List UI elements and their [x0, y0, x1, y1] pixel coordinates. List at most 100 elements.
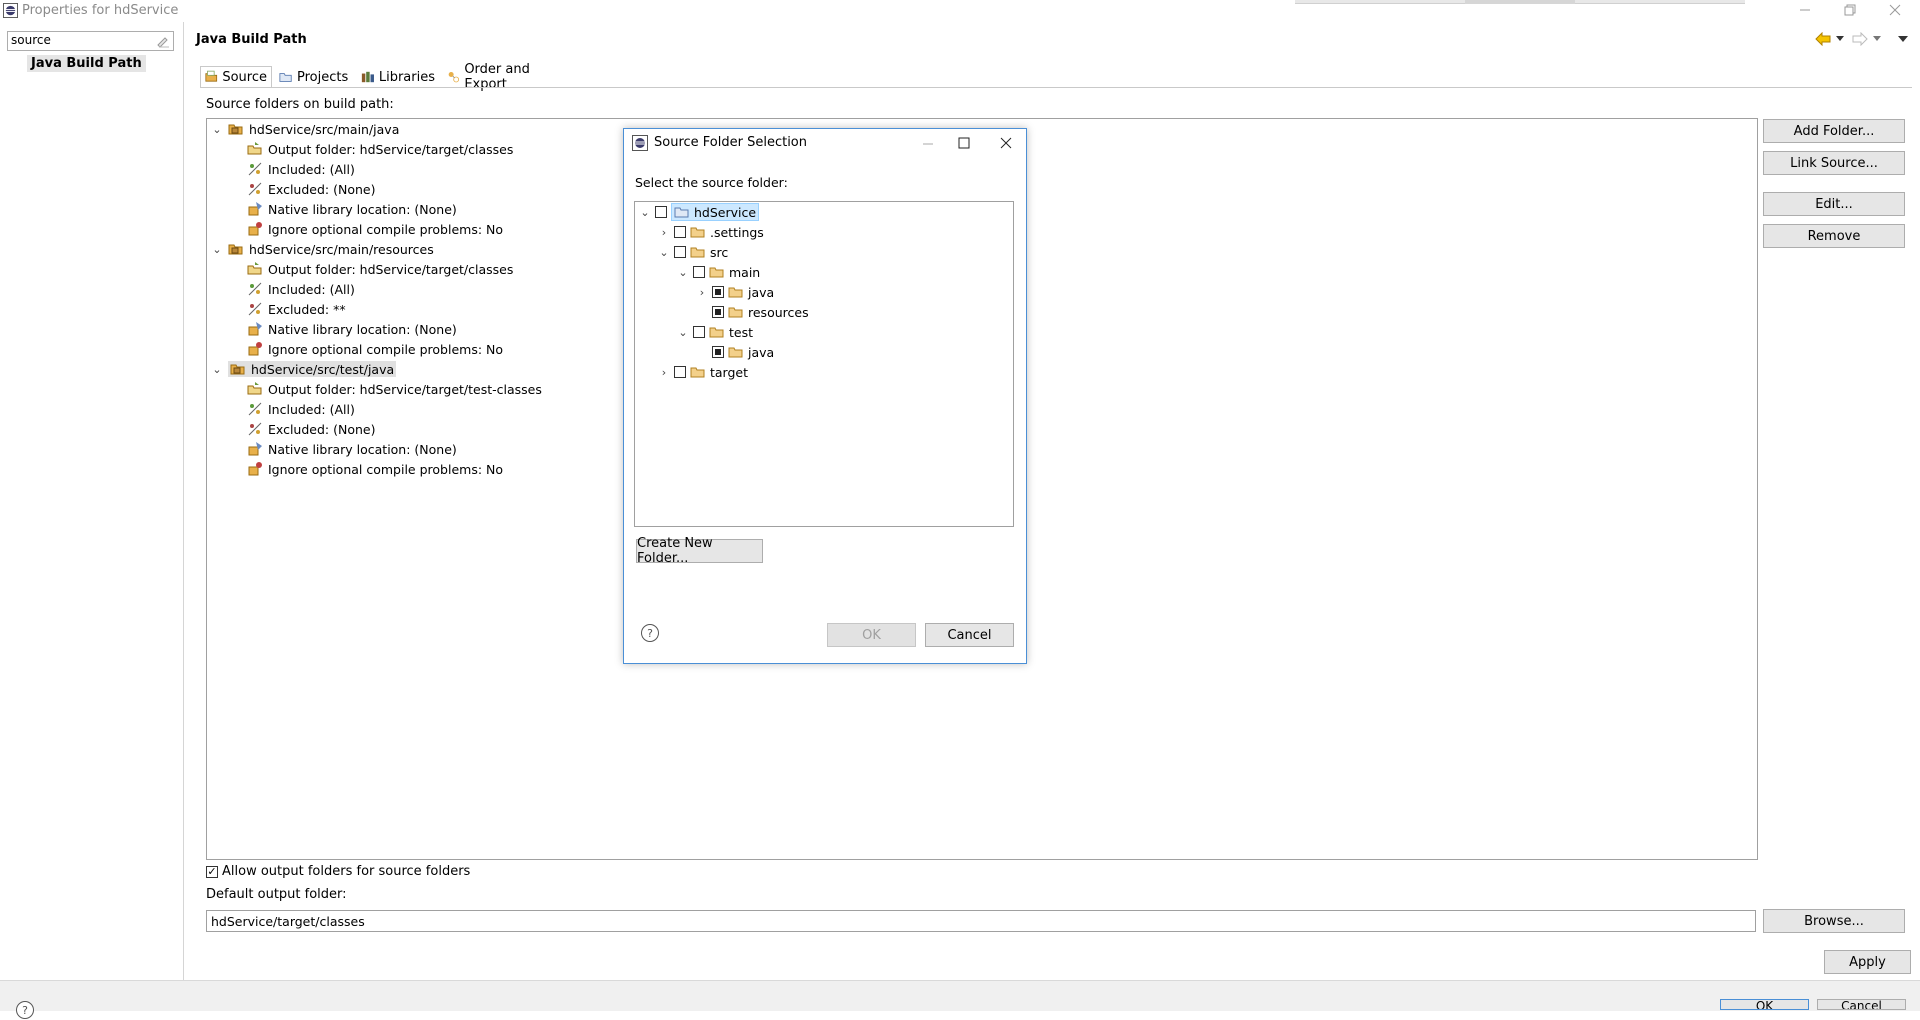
tree-row-detail[interactable]: Native library location: (None): [247, 439, 457, 459]
remove-button[interactable]: Remove: [1763, 224, 1905, 248]
tab-source[interactable]: Source: [200, 66, 272, 88]
tree-row-detail[interactable]: Excluded: (None): [247, 179, 375, 199]
tab-projects[interactable]: Projects: [274, 66, 354, 88]
tab-libraries[interactable]: Libraries: [356, 66, 440, 88]
tree-row-settings[interactable]: › .settings: [658, 222, 764, 242]
ok-button[interactable]: OK: [1720, 999, 1809, 1010]
tree-row-detail[interactable]: Ignore optional compile problems: No: [247, 459, 503, 479]
browse-button[interactable]: Browse...: [1763, 909, 1905, 933]
view-menu-icon[interactable]: [1898, 36, 1908, 43]
minimize-button[interactable]: [1785, 0, 1825, 20]
tree-checkbox[interactable]: [693, 266, 705, 278]
tree-row-detail[interactable]: Ignore optional compile problems: No: [247, 339, 503, 359]
tree-row-detail[interactable]: Ignore optional compile problems: No: [247, 219, 503, 239]
source-folder-name: hdService/src/test/java: [251, 361, 395, 377]
chevron-down-icon[interactable]: ⌄: [211, 243, 223, 256]
default-output-folder-field[interactable]: [206, 910, 1756, 932]
allow-output-folders-checkbox[interactable]: [206, 865, 218, 878]
back-dropdown-icon[interactable]: [1836, 36, 1844, 42]
tree-row-detail[interactable]: Native library location: (None): [247, 199, 457, 219]
excluded-icon: [248, 422, 262, 436]
tree-row-src[interactable]: ⌄ src: [658, 242, 728, 262]
project-folder-icon: [674, 207, 689, 218]
package-folder-icon: [230, 364, 245, 375]
tree-checkbox-partial[interactable]: [712, 346, 724, 358]
tree-checkbox-partial[interactable]: [712, 286, 724, 298]
tree-row-detail[interactable]: Included: (All): [247, 279, 355, 299]
tree-checkbox[interactable]: [674, 246, 686, 258]
chevron-right-icon[interactable]: ›: [696, 286, 708, 299]
cancel-button[interactable]: Cancel: [1817, 999, 1906, 1010]
tree-checkbox[interactable]: [674, 366, 686, 378]
output-folder-icon: [247, 382, 262, 395]
nav-item-java-build-path[interactable]: Java Build Path: [27, 55, 146, 72]
close-button[interactable]: [1875, 0, 1915, 20]
tree-row-test-java[interactable]: java: [696, 342, 774, 362]
tree-checkbox[interactable]: [674, 226, 686, 238]
chevron-down-icon[interactable]: ⌄: [211, 123, 223, 136]
folder-selection-tree[interactable]: ⌄ hdService › .settings ⌄ src ⌄ main › j…: [634, 201, 1014, 527]
native-library-icon: [248, 442, 262, 456]
tree-row-detail[interactable]: Output folder: hdService/target/classes: [247, 139, 513, 159]
apply-button[interactable]: Apply: [1824, 950, 1911, 974]
forward-dropdown-icon[interactable]: [1873, 36, 1881, 42]
tree-row-detail[interactable]: Excluded: **: [247, 299, 346, 319]
tab-order-and-export[interactable]: Order and Export: [442, 62, 576, 92]
tree-row-folder[interactable]: ⌄ hdService/src/main/resources: [211, 239, 433, 259]
svg-text:?: ?: [22, 1004, 28, 1017]
tree-row-main-java[interactable]: › java: [696, 282, 774, 302]
tree-row-detail[interactable]: Output folder: hdService/target/classes: [247, 259, 513, 279]
dialog-cancel-button[interactable]: Cancel: [925, 623, 1014, 647]
tree-row-target[interactable]: › target: [658, 362, 748, 382]
tree-checkbox-partial[interactable]: [712, 306, 724, 318]
edit-button[interactable]: Edit...: [1763, 192, 1905, 216]
chevron-down-icon[interactable]: ⌄: [677, 326, 689, 339]
chevron-down-icon[interactable]: ⌄: [211, 363, 223, 376]
folder-icon: [728, 287, 743, 298]
tree-checkbox[interactable]: [655, 206, 667, 218]
tree-row-hdservice[interactable]: ⌄ hdService: [639, 202, 760, 222]
tree-row-folder[interactable]: ⌄ hdService/src/main/java: [211, 119, 399, 139]
chevron-down-icon[interactable]: ⌄: [658, 246, 670, 259]
chevron-down-icon[interactable]: ⌄: [639, 206, 651, 219]
help-icon[interactable]: ?: [640, 623, 660, 643]
back-arrow-icon[interactable]: [1815, 32, 1831, 46]
tree-row-main[interactable]: ⌄ main: [677, 262, 760, 282]
tree-row-detail[interactable]: Included: (All): [247, 159, 355, 179]
create-new-folder-button[interactable]: Create New Folder...: [636, 536, 763, 566]
compile-problems-icon: [248, 222, 262, 236]
clear-filter-icon[interactable]: [156, 34, 170, 48]
close-icon: [1889, 4, 1901, 16]
dialog-ok-button[interactable]: OK: [827, 623, 916, 647]
tree-row-test[interactable]: ⌄ test: [677, 322, 753, 342]
restore-button[interactable]: [1830, 0, 1870, 20]
chevron-right-icon[interactable]: ›: [658, 226, 670, 239]
dialog-maximize-button[interactable]: [946, 131, 982, 155]
folder-icon: [690, 227, 705, 238]
selection-highlight: hdService/src/test/java: [228, 361, 397, 377]
minimize-icon: [923, 143, 933, 145]
dialog-minimize-button[interactable]: [910, 131, 946, 155]
forward-arrow-icon[interactable]: [1852, 32, 1868, 46]
link-source-button[interactable]: Link Source...: [1763, 151, 1905, 175]
tree-row-detail[interactable]: Output folder: hdService/target/test-cla…: [247, 379, 542, 399]
tree-row-detail[interactable]: Excluded: (None): [247, 419, 375, 439]
tree-row-detail[interactable]: Native library location: (None): [247, 319, 457, 339]
compile-problems-icon: [248, 342, 262, 356]
background-window-strip-dark: [1465, 0, 1575, 4]
tree-row-detail[interactable]: Included: (All): [247, 399, 355, 419]
filter-field[interactable]: [7, 31, 174, 51]
tree-checkbox[interactable]: [693, 326, 705, 338]
chevron-right-icon[interactable]: ›: [658, 366, 670, 379]
preferences-nav-pane: Java Build Path: [0, 22, 184, 1010]
excluded-icon: [248, 182, 262, 196]
tree-row-folder-selected[interactable]: ⌄ hdService/src/test/java: [211, 359, 397, 379]
help-icon[interactable]: ?: [15, 1000, 35, 1020]
default-output-folder-input[interactable]: [207, 911, 1715, 931]
allow-output-folders-row[interactable]: Allow output folders for source folders: [206, 864, 470, 879]
tree-row-main-resources[interactable]: resources: [696, 302, 809, 322]
chevron-down-icon[interactable]: ⌄: [677, 266, 689, 279]
add-folder-button[interactable]: Add Folder...: [1763, 119, 1905, 143]
dialog-close-button[interactable]: [988, 131, 1024, 155]
filter-input[interactable]: [8, 32, 151, 48]
